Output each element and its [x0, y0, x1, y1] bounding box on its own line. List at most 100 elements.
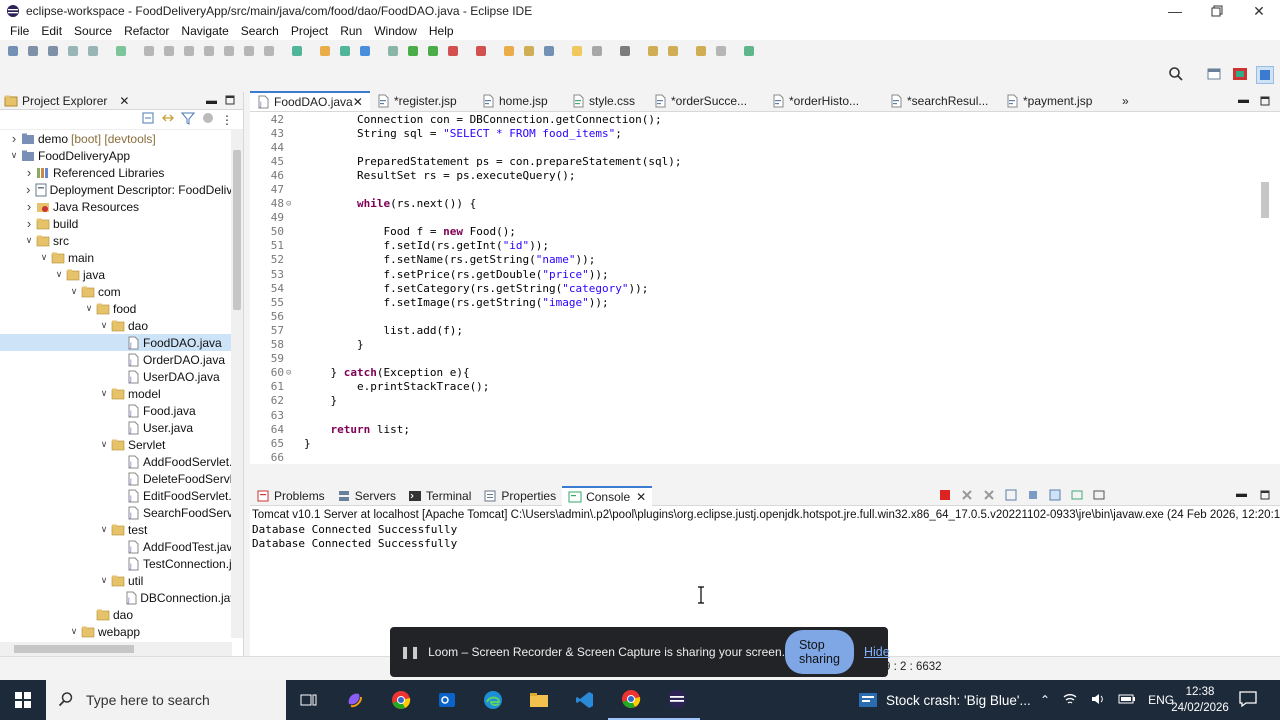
maximize-view-icon[interactable]: [225, 94, 235, 108]
run-icon[interactable]: [404, 42, 422, 60]
chrome-icon[interactable]: [378, 680, 424, 720]
chevron-down-icon[interactable]: ∨: [38, 252, 50, 263]
step-over-icon[interactable]: [240, 42, 258, 60]
chevron-right-icon[interactable]: ›: [23, 182, 34, 197]
chevron-down-icon[interactable]: ∨: [53, 269, 65, 280]
editor-tab[interactable]: J FoodDAO.java ✕: [250, 91, 370, 111]
menu-project[interactable]: Project: [285, 24, 334, 38]
editor-tab[interactable]: *orderSucce...: [647, 91, 765, 111]
resume-icon[interactable]: [140, 42, 158, 60]
tree-item[interactable]: J DBConnection.java: [0, 589, 243, 606]
menu-edit[interactable]: Edit: [35, 24, 68, 38]
tree-item[interactable]: › Java Resources: [0, 198, 243, 215]
hide-link[interactable]: Hide: [864, 645, 890, 659]
close-tab-icon[interactable]: ✕: [353, 95, 363, 109]
restore-button[interactable]: [1196, 0, 1238, 22]
project-explorer-hscrollbar[interactable]: [0, 642, 232, 656]
tree-item[interactable]: J Food.java: [0, 402, 243, 419]
bottom-tab-servers[interactable]: Servers: [331, 486, 402, 506]
tree-item[interactable]: ∨ com: [0, 283, 243, 300]
redo-icon[interactable]: [84, 42, 102, 60]
terminate-icon[interactable]: [180, 42, 198, 60]
hscroll-thumb[interactable]: [14, 645, 134, 653]
network-icon[interactable]: [1062, 692, 1078, 709]
tree-item[interactable]: ∨ model: [0, 385, 243, 402]
editor-tab[interactable]: *payment.jsp: [999, 91, 1099, 111]
tree-item[interactable]: ∨ src: [0, 232, 243, 249]
open-console-icon[interactable]: [1070, 488, 1084, 505]
tree-item[interactable]: › Deployment Descriptor: FoodDeliver: [0, 181, 243, 198]
chevron-down-icon[interactable]: ∨: [98, 388, 110, 399]
search-tool-icon[interactable]: [540, 42, 558, 60]
minimize-button[interactable]: —: [1154, 0, 1196, 22]
tree-item[interactable]: J TestConnection.ja: [0, 555, 243, 572]
stop-sharing-button[interactable]: Stop sharing: [784, 630, 854, 674]
prev-annotation-icon[interactable]: [664, 42, 682, 60]
outlook-icon[interactable]: [424, 680, 470, 720]
tree-item[interactable]: J AddFoodTest.java: [0, 538, 243, 555]
search-icon[interactable]: [1168, 66, 1186, 84]
java-perspective-icon[interactable]: [1256, 66, 1274, 84]
debug-icon[interactable]: [384, 42, 402, 60]
menu-refactor[interactable]: Refactor: [118, 24, 175, 38]
new-icon[interactable]: [4, 42, 22, 60]
perspective-icon[interactable]: [1206, 66, 1224, 84]
battery-icon[interactable]: [1118, 693, 1136, 708]
remove-all-icon[interactable]: [982, 488, 996, 505]
minimize-view-icon[interactable]: ▬: [206, 95, 217, 107]
chevron-down-icon[interactable]: ∨: [83, 303, 95, 314]
skip-breakpoints-icon[interactable]: [112, 42, 130, 60]
chevron-down-icon[interactable]: ∨: [98, 439, 110, 450]
display-console-icon[interactable]: [1092, 488, 1106, 505]
menu-navigate[interactable]: Navigate: [175, 24, 234, 38]
editor-tab[interactable]: *register.jsp: [370, 91, 475, 111]
focus-icon[interactable]: [201, 111, 215, 128]
vscode-icon[interactable]: [562, 680, 608, 720]
tree-item[interactable]: ∨ java: [0, 266, 243, 283]
editor-tab[interactable]: style.css: [565, 91, 647, 111]
highlight-icon[interactable]: [568, 42, 586, 60]
tree-item[interactable]: J User.java: [0, 419, 243, 436]
view-menu-icon[interactable]: ⋮: [221, 113, 233, 127]
scroll-lock-icon[interactable]: [1004, 488, 1018, 505]
mark-occurrences-icon[interactable]: [588, 42, 606, 60]
open-perspective-icon[interactable]: [740, 42, 758, 60]
tree-item[interactable]: ∨ dao: [0, 317, 243, 334]
clock[interactable]: 12:38 24/02/2026: [1170, 684, 1230, 716]
external-tools-icon[interactable]: [444, 42, 462, 60]
tree-item[interactable]: › demo [boot] [devtools]: [0, 130, 243, 147]
chevron-down-icon[interactable]: ∨: [98, 524, 110, 535]
tree-item[interactable]: ∨ food: [0, 300, 243, 317]
bottom-tab-properties[interactable]: Properties: [477, 486, 562, 506]
tree-item[interactable]: ∨ test: [0, 521, 243, 538]
jee-perspective-icon[interactable]: [1232, 66, 1250, 84]
tree-item[interactable]: J SearchFoodServle: [0, 504, 243, 521]
close-button[interactable]: ✕: [1238, 0, 1280, 22]
undo-icon[interactable]: [64, 42, 82, 60]
menu-search[interactable]: Search: [235, 24, 285, 38]
chevron-right-icon[interactable]: ›: [23, 165, 35, 180]
project-explorer-scrollbar[interactable]: [231, 130, 243, 638]
tree-item[interactable]: › Referenced Libraries: [0, 164, 243, 181]
pin-console-icon[interactable]: [1026, 488, 1040, 505]
filter-icon[interactable]: [180, 111, 196, 128]
tree-item[interactable]: J UserDAO.java: [0, 368, 243, 385]
task-view-icon[interactable]: [286, 680, 332, 720]
chevron-right-icon[interactable]: ›: [8, 131, 20, 146]
fold-icon[interactable]: ⊝: [286, 199, 296, 209]
show-whitespace-icon[interactable]: [616, 42, 634, 60]
chevron-right-icon[interactable]: ›: [23, 199, 35, 214]
copilot-icon[interactable]: [332, 680, 378, 720]
step-into-icon[interactable]: [220, 42, 238, 60]
close-view-icon[interactable]: ✕: [119, 94, 129, 108]
editor-tab[interactable]: home.jsp: [475, 91, 565, 111]
taskbar-search[interactable]: Type here to search: [46, 680, 286, 720]
notification-icon[interactable]: [1238, 690, 1260, 710]
tree-item[interactable]: J AddFoodServlet.ja: [0, 453, 243, 470]
close-tab-icon[interactable]: ✕: [636, 490, 646, 504]
step-return-icon[interactable]: [260, 42, 278, 60]
link-editor-icon[interactable]: [161, 111, 175, 128]
scroll-thumb[interactable]: [233, 150, 241, 310]
tree-item[interactable]: J DeleteFoodServle: [0, 470, 243, 487]
open-type-icon[interactable]: [500, 42, 518, 60]
